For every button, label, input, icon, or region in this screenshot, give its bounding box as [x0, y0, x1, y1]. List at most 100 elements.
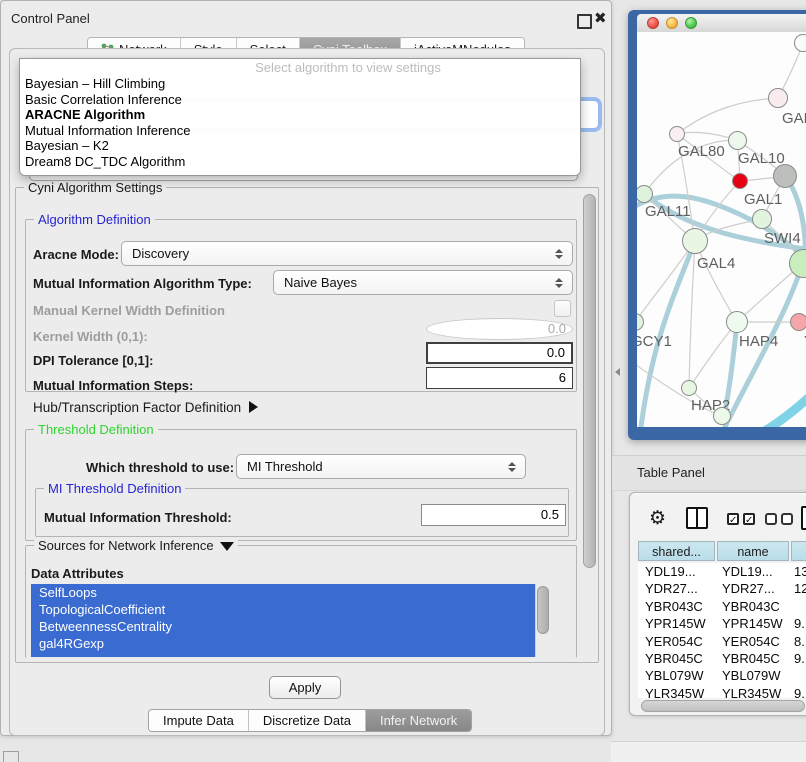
algorithm-option[interactable]: Mutual Information Inference: [20, 123, 580, 139]
page-icon[interactable]: [801, 506, 806, 530]
minimized-panel-icon[interactable]: [3, 751, 19, 762]
manual-kernel-label: Manual Kernel Width Definition: [33, 303, 225, 318]
data-attributes-scrollbar[interactable]: [535, 584, 549, 657]
table-row[interactable]: YDR27...YDR27...12: [638, 580, 806, 597]
expanded-arrow-icon: [220, 542, 234, 551]
network-node-y[interactable]: [790, 313, 806, 331]
network-view-window: GALGAL80GAL10GAL1GAL11SWI4GAL4GCY1HAP4YH…: [628, 10, 806, 440]
network-node-hap4[interactable]: [726, 311, 748, 333]
panel-splitter-handle[interactable]: [615, 368, 620, 376]
data-attribute-item[interactable]: gal4RGexp: [31, 635, 535, 652]
tab-infer-network[interactable]: Infer Network: [366, 710, 471, 731]
table-cell: YPR145W: [715, 615, 787, 632]
algorithm-option[interactable]: Bayesian – K2: [20, 138, 580, 154]
which-threshold-select[interactable]: MI Threshold: [236, 454, 526, 479]
table-window: ⚙ ✓✓ shared...name YDL19...YDL19...13YDR…: [629, 492, 806, 716]
column-header[interactable]: shared...: [638, 541, 715, 561]
table-cell: 9.: [787, 685, 806, 698]
network-node-gal1[interactable]: [732, 173, 748, 189]
table-row[interactable]: YLR345WYLR345W9.: [638, 685, 806, 698]
status-strip: [611, 741, 806, 762]
network-node-gal80[interactable]: [669, 126, 685, 142]
table-row[interactable]: YBR045CYBR045C9.: [638, 650, 806, 667]
screenshot-root: Control Panel ✖ NetworkStyleSelectCyni T…: [0, 0, 806, 762]
zoom-traffic-light[interactable]: [685, 17, 697, 29]
split-view-icon[interactable]: [686, 507, 708, 529]
algorithm-dropdown-list: Select algorithm to view settings Bayesi…: [19, 58, 581, 176]
mi-type-label: Mutual Information Algorithm Type:: [33, 276, 252, 291]
sources-group-title: Sources for Network Inference: [38, 538, 214, 553]
data-attribute-item[interactable]: TopologicalCoefficient: [31, 601, 535, 618]
apply-button[interactable]: Apply: [269, 676, 341, 699]
node-label: GCY1: [637, 333, 672, 350]
network-node-hap2[interactable]: [681, 380, 697, 396]
network-window-titlebar[interactable]: [637, 14, 806, 33]
stepper-arrows-icon: [550, 249, 568, 259]
deselect-all-icon[interactable]: [765, 513, 793, 525]
settings-scrollbar-thumb[interactable]: [583, 194, 596, 568]
tab-discretize-data[interactable]: Discretize Data: [249, 710, 366, 731]
network-canvas[interactable]: GALGAL80GAL10GAL1GAL11SWI4GAL4GCY1HAP4YH…: [637, 32, 806, 427]
algorithm-definition-title: Algorithm Definition: [34, 212, 155, 227]
settings-group-title: Cyni Algorithm Settings: [24, 180, 166, 195]
table-row[interactable]: YPR145WYPR145W9.: [638, 615, 806, 632]
close-traffic-light[interactable]: [647, 17, 659, 29]
aracne-mode-select[interactable]: Discovery: [121, 241, 573, 266]
column-header[interactable]: [791, 541, 806, 561]
node-label: HAP4: [739, 333, 778, 350]
control-panel-window: Control Panel ✖ NetworkStyleSelectCyni T…: [0, 0, 612, 736]
data-attribute-item[interactable]: BetweennessCentrality: [31, 618, 535, 635]
table-row[interactable]: YDL19...YDL19...13: [638, 563, 806, 580]
table-row[interactable]: YBR043CYBR043C: [638, 598, 806, 615]
table-cell: YBR043C: [638, 598, 715, 615]
algorithm-option[interactable]: ARACNE Algorithm: [20, 107, 580, 123]
table-cell: 12: [787, 580, 806, 597]
table-row[interactable]: YER054CYER054C8.: [638, 633, 806, 650]
table-horizontal-scrollbar[interactable]: [641, 700, 805, 712]
minimize-traffic-light[interactable]: [666, 17, 678, 29]
select-all-icon[interactable]: ✓✓: [727, 513, 755, 525]
node-label: GAL: [782, 110, 806, 127]
table-cell: YBR045C: [715, 650, 787, 667]
dpi-tolerance-field[interactable]: 0.0: [426, 342, 573, 364]
manual-kernel-checkbox[interactable]: [554, 300, 571, 317]
threshold-definition-title: Threshold Definition: [34, 422, 158, 437]
mi-steps-field[interactable]: 6: [426, 367, 573, 389]
aracne-mode-value: Discovery: [122, 246, 550, 261]
node-label: SWI4: [764, 230, 801, 247]
mi-steps-label: Mutual Information Steps:: [33, 378, 193, 393]
table-cell: [787, 598, 806, 615]
algorithm-option[interactable]: Basic Correlation Inference: [20, 92, 580, 108]
network-node-gal10[interactable]: [728, 131, 747, 150]
table-panel-title: Table Panel: [637, 465, 705, 480]
tab-impute-data[interactable]: Impute Data: [149, 710, 249, 731]
mi-threshold-field[interactable]: 0.5: [421, 504, 566, 526]
settings-scrollbar[interactable]: [582, 191, 596, 657]
table-cell: YDR27...: [638, 580, 715, 597]
float-window-icon[interactable]: [577, 14, 592, 29]
column-header[interactable]: name: [717, 541, 789, 561]
data-attributes-list: SelfLoopsTopologicalCoefficientBetweenne…: [31, 584, 535, 657]
gear-icon[interactable]: ⚙: [649, 509, 666, 528]
network-node-gal[interactable]: [768, 88, 788, 108]
data-attribute-item[interactable]: SelfLoops: [31, 584, 535, 601]
data-attributes-scrollbar-thumb[interactable]: [537, 586, 549, 634]
table-cell: YBR043C: [715, 598, 787, 615]
network-node-swi4[interactable]: [752, 209, 772, 229]
table-cell: YLR345W: [715, 685, 787, 698]
network-node[interactable]: [794, 34, 806, 52]
network-node[interactable]: [773, 164, 797, 188]
algorithm-option[interactable]: Bayesian – Hill Climbing: [20, 76, 580, 92]
network-node[interactable]: [713, 407, 731, 425]
node-label: GAL4: [697, 255, 735, 272]
sources-group-toggle[interactable]: Sources for Network Inference: [34, 538, 238, 553]
algorithm-option[interactable]: Dream8 DC_TDC Algorithm: [20, 154, 580, 170]
close-window-icon[interactable]: ✖: [594, 9, 607, 27]
kernel-width-field[interactable]: 0.0: [426, 318, 573, 340]
aracne-mode-label: Aracne Mode:: [33, 247, 119, 262]
network-node-gal4[interactable]: [682, 228, 708, 254]
table-row[interactable]: YBL079WYBL079W: [638, 667, 806, 684]
hub-definition-toggle[interactable]: Hub/Transcription Factor Definition: [33, 400, 258, 415]
mi-type-select[interactable]: Naive Bayes: [273, 270, 573, 295]
table-cell: 9.: [787, 650, 806, 667]
